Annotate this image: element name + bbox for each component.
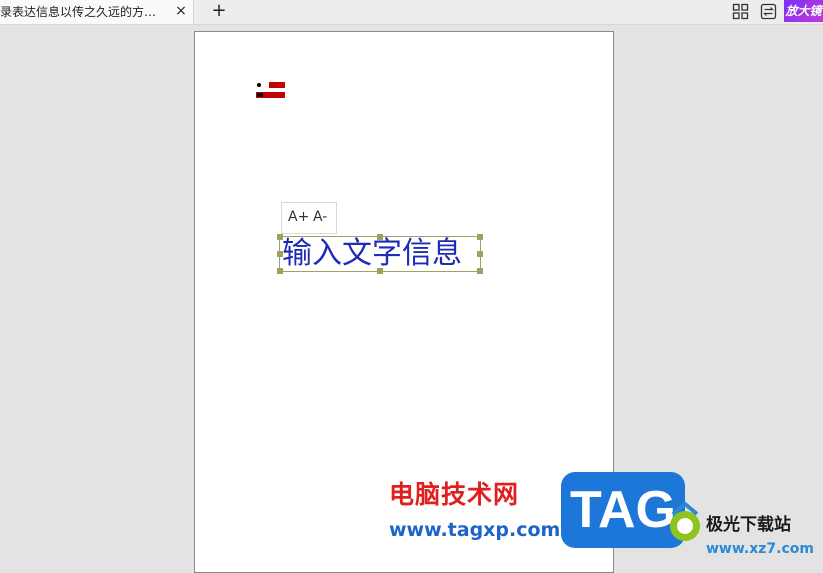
legend-bar: [269, 82, 285, 88]
document-tab[interactable]: 录表达信息以传之久远的方… ×: [0, 0, 194, 24]
tab-bar: 录表达信息以传之久远的方… × + 放大镜: [0, 0, 823, 25]
switch-icon[interactable]: [760, 3, 777, 20]
font-decrease-button[interactable]: A-: [313, 209, 327, 225]
font-size-toolbar: A+ A-: [281, 202, 337, 234]
resize-handle-bottom-right[interactable]: [477, 268, 483, 274]
new-tab-button[interactable]: +: [210, 2, 228, 20]
font-increase-button[interactable]: A+: [288, 209, 309, 225]
xz7-site-url: www.xz7.com: [706, 541, 814, 557]
close-icon[interactable]: ×: [173, 3, 189, 19]
resize-handle-top-left[interactable]: [277, 234, 283, 240]
promo-banner[interactable]: 放大镜: [784, 0, 823, 22]
legend-graphic: [256, 81, 288, 101]
resize-handle-left[interactable]: [277, 251, 283, 257]
resize-handle-top[interactable]: [377, 234, 383, 240]
resize-handle-bottom-left[interactable]: [277, 268, 283, 274]
text-box[interactable]: 输入文字信息: [277, 234, 483, 274]
watermark-site-name: 电脑技术网: [389, 480, 520, 509]
xz7-site-name: 极光下载站: [706, 515, 791, 535]
xz7-logo-icon: [665, 500, 705, 548]
tab-title: 录表达信息以传之久远的方…: [0, 5, 157, 19]
resize-handle-top-right[interactable]: [477, 234, 483, 240]
resize-handle-right[interactable]: [477, 251, 483, 257]
watermark-site-url: www.tagxp.com: [389, 519, 561, 541]
text-box-content[interactable]: 输入文字信息: [282, 237, 462, 271]
legend-mark: [257, 93, 263, 97]
grid-icon[interactable]: [732, 3, 749, 20]
resize-handle-bottom[interactable]: [377, 268, 383, 274]
bullet-mark: [257, 83, 261, 87]
